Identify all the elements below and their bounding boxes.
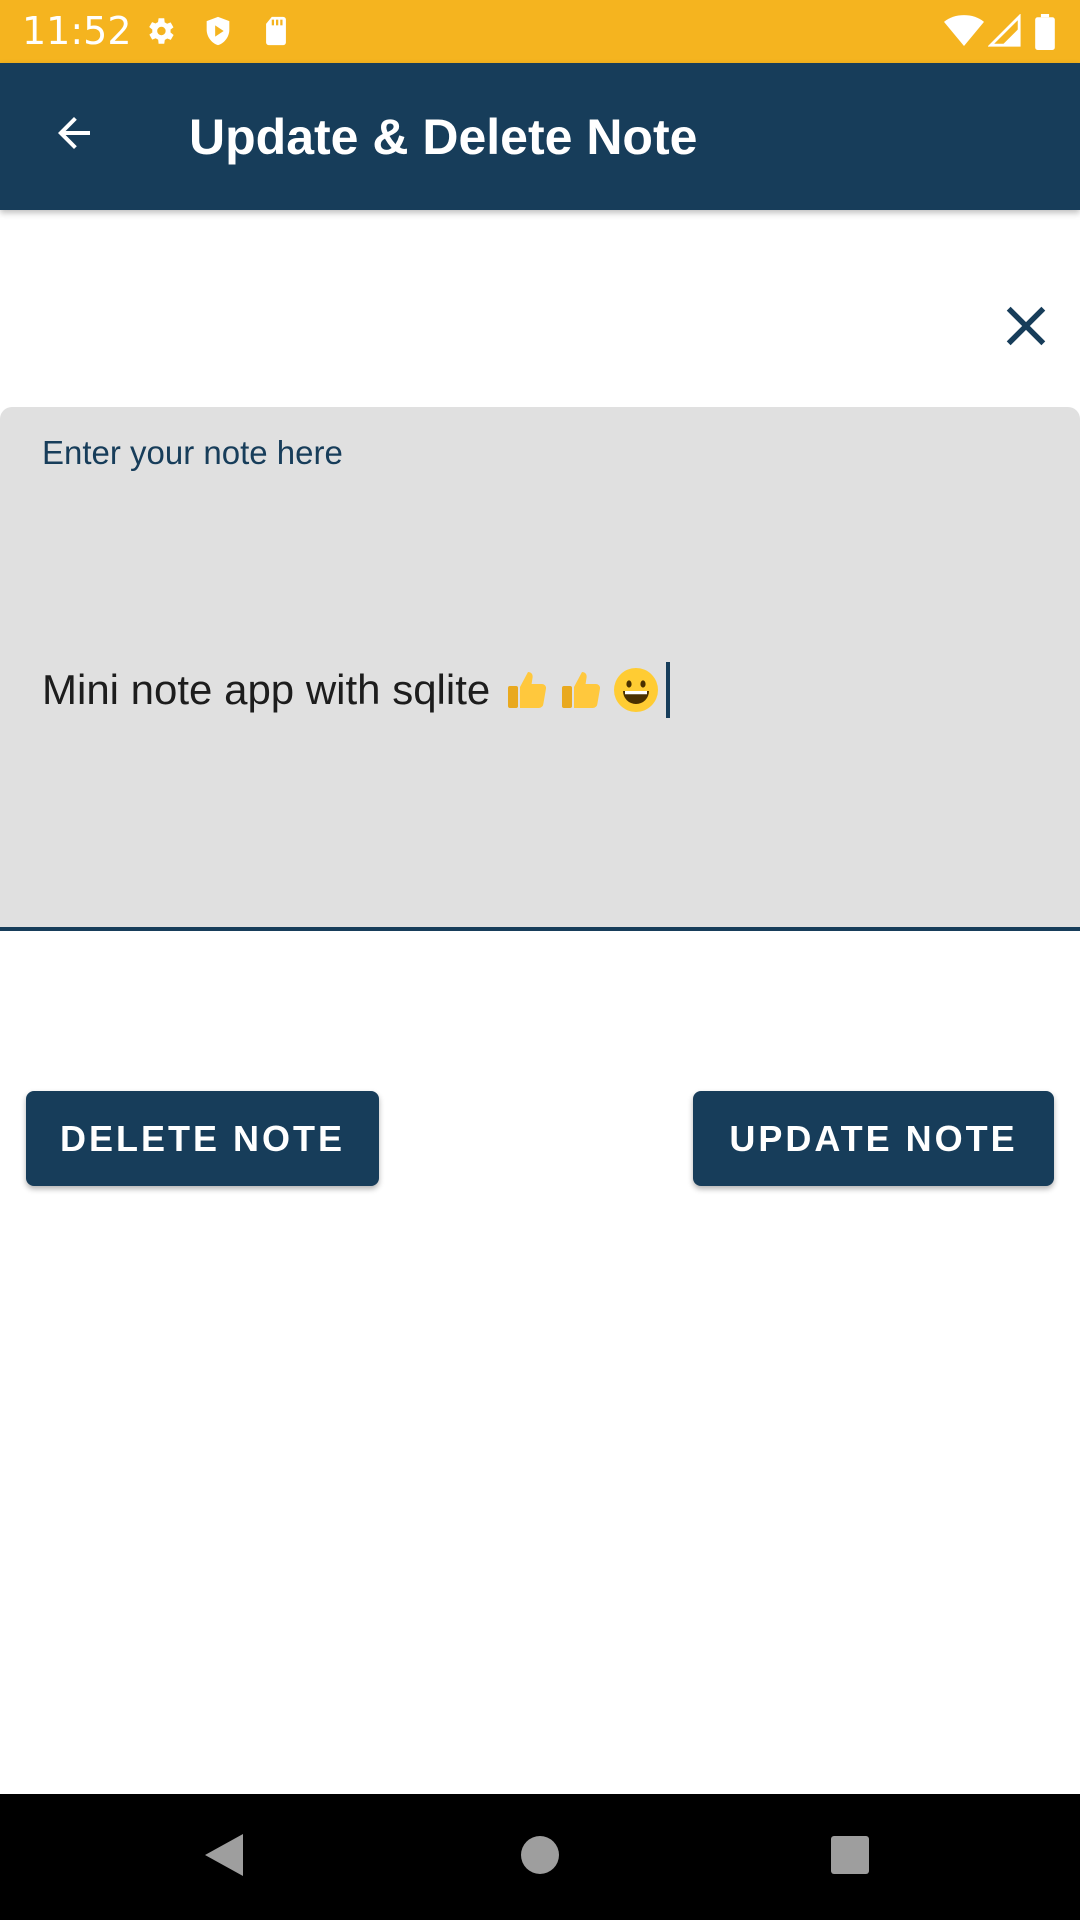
- app-bar: Update & Delete Note: [0, 63, 1080, 210]
- update-note-button[interactable]: UPDATE NOTE: [693, 1091, 1054, 1186]
- note-input[interactable]: Mini note app with sqlite: [42, 662, 671, 718]
- recents-square-icon: [830, 1835, 870, 1879]
- cell-signal-icon: [987, 13, 1022, 48]
- arrow-back-icon: [50, 109, 98, 161]
- nav-back-button[interactable]: [185, 1817, 265, 1897]
- battery-icon: [1034, 14, 1062, 50]
- back-triangle-icon: [203, 1832, 247, 1882]
- page-title: Update & Delete Note: [189, 109, 698, 165]
- shield-play-icon: [201, 14, 235, 48]
- note-field-label: Enter your note here: [42, 434, 343, 471]
- navigation-bar: [0, 1794, 1080, 1920]
- note-value: Mini note app with sqlite: [42, 666, 491, 713]
- home-circle-icon: [520, 1835, 560, 1879]
- text-cursor: [666, 662, 671, 718]
- status-bar: 11:52: [0, 0, 1080, 63]
- nav-recents-button[interactable]: [810, 1817, 890, 1897]
- nav-home-button[interactable]: [500, 1817, 580, 1897]
- sd-card-icon: [259, 14, 293, 48]
- thumbs-up-icon: [556, 664, 608, 716]
- delete-note-button[interactable]: DELETE NOTE: [26, 1091, 379, 1186]
- status-time: 11:52: [22, 9, 132, 53]
- wifi-icon: [944, 14, 984, 48]
- grinning-face-icon: [610, 664, 662, 716]
- gear-icon: [143, 14, 177, 48]
- back-button[interactable]: [38, 99, 110, 171]
- note-input-field[interactable]: Enter your note here Mini note app with …: [0, 407, 1080, 931]
- close-button[interactable]: [990, 292, 1062, 364]
- close-icon: [993, 293, 1059, 363]
- thumbs-up-icon: [502, 664, 554, 716]
